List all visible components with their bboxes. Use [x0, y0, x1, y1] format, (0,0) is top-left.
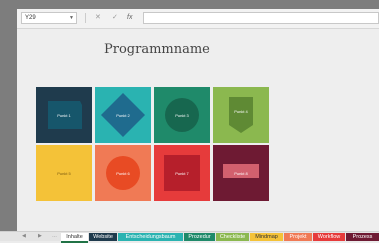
divider	[85, 13, 86, 23]
name-box[interactable]: Y29 ▼	[21, 12, 77, 24]
formula-bar: Y29 ▼ ✕ ✓ fx	[17, 9, 379, 29]
tile-punkt-8[interactable]: Punkt 8	[213, 145, 269, 201]
formula-input[interactable]	[143, 12, 379, 24]
tab-inhalte[interactable]: Inhalte	[61, 233, 88, 243]
tile-punkt-3[interactable]: Punkt 3	[154, 87, 210, 143]
tile-label: Punkt 7	[175, 171, 189, 176]
tile-punkt-4[interactable]: Punkt 4	[213, 87, 269, 143]
chevron-down-icon[interactable]: ▼	[69, 13, 74, 24]
chevron-right-icon[interactable]: ▶	[38, 233, 42, 239]
tile-punkt-5[interactable]: Punkt 5	[36, 145, 92, 201]
tile-label: Punkt 5	[57, 171, 71, 176]
tile-label: Punkt 1	[57, 113, 71, 118]
name-box-value: Y29	[25, 15, 36, 21]
tile-punkt-1[interactable]: Punkt 1	[36, 87, 92, 143]
tile-punkt-6[interactable]: Punkt 6	[95, 145, 151, 201]
tile-label: Punkt 4	[234, 109, 248, 114]
page-title: Programmname	[104, 42, 210, 57]
tile-label: Punkt 8	[234, 171, 248, 176]
tile-label: Punkt 6	[116, 171, 130, 176]
window-top-border	[0, 0, 379, 9]
tile-punkt-2[interactable]: Punkt 2	[95, 87, 151, 143]
tile-punkt-7[interactable]: Punkt 7	[154, 145, 210, 201]
tile-label: Punkt 2	[116, 113, 130, 118]
confirm-icon[interactable]: ✓	[112, 13, 118, 23]
cancel-icon[interactable]: ✕	[95, 13, 101, 23]
window-left-border	[0, 0, 17, 240]
tile-label: Punkt 3	[175, 113, 189, 118]
ellipsis-icon[interactable]: …	[52, 233, 57, 239]
tile-shape	[213, 87, 269, 143]
insert-function-icon[interactable]: fx	[127, 13, 132, 23]
chevron-left-icon[interactable]: ◀	[22, 233, 26, 239]
